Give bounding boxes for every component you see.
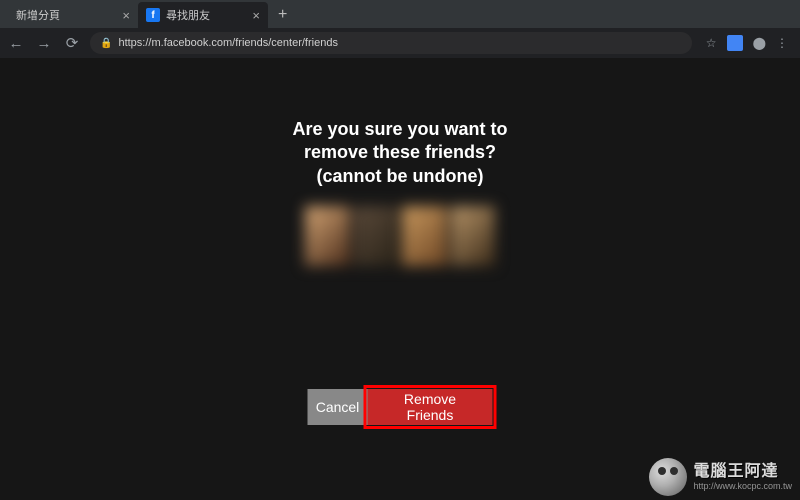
toolbar-right: ☆ ⬤ ⋮ <box>700 35 794 51</box>
thumbnail <box>354 206 399 266</box>
menu-icon[interactable]: ⋮ <box>776 36 788 50</box>
browser-chrome: 新增分頁 × f 尋找朋友 × + ← → ⟳ 🔒 https://m.face… <box>0 0 800 58</box>
reload-button[interactable]: ⟳ <box>62 34 82 52</box>
watermark-subtitle: http://www.kocpc.com.tw <box>693 482 792 491</box>
watermark-logo <box>649 458 687 496</box>
thumbnail <box>402 206 447 266</box>
heading-line: Are you sure you want to <box>292 118 507 141</box>
watermark-text: 電腦王阿達 http://www.kocpc.com.tw <box>693 464 792 491</box>
dialog-actions: Cancel Remove Friends <box>308 389 493 425</box>
profile-icon[interactable]: ⬤ <box>753 36 766 50</box>
facebook-favicon: f <box>146 8 160 22</box>
thumbnail <box>305 206 350 266</box>
tab-find-friends[interactable]: f 尋找朋友 × <box>138 2 268 28</box>
back-button[interactable]: ← <box>6 35 26 52</box>
watermark: 電腦王阿達 http://www.kocpc.com.tw <box>649 458 792 496</box>
remove-friends-button[interactable]: Remove Friends <box>368 389 493 425</box>
extension-icon[interactable] <box>727 35 743 51</box>
close-icon[interactable]: × <box>122 8 130 23</box>
new-tab-button[interactable]: + <box>268 2 297 28</box>
close-icon[interactable]: × <box>252 8 260 23</box>
tab-title: 新增分頁 <box>16 7 116 23</box>
watermark-title: 電腦王阿達 <box>693 464 792 480</box>
tab-new[interactable]: 新增分頁 × <box>8 2 138 28</box>
lock-icon: 🔒 <box>100 38 112 49</box>
tab-title: 尋找朋友 <box>166 7 246 23</box>
cancel-button[interactable]: Cancel <box>308 389 368 425</box>
page-content: Are you sure you want to remove these fr… <box>0 58 800 500</box>
friend-thumbnails <box>305 206 495 266</box>
heading-line: remove these friends? <box>292 141 507 164</box>
confirm-heading: Are you sure you want to remove these fr… <box>292 118 507 188</box>
toolbar: ← → ⟳ 🔒 https://m.facebook.com/friends/c… <box>0 28 800 58</box>
tab-strip: 新增分頁 × f 尋找朋友 × + <box>0 0 800 28</box>
star-icon[interactable]: ☆ <box>706 36 717 50</box>
heading-line: (cannot be undone) <box>292 165 507 188</box>
address-bar[interactable]: 🔒 https://m.facebook.com/friends/center/… <box>90 32 692 54</box>
url-text: https://m.facebook.com/friends/center/fr… <box>118 37 338 49</box>
forward-button[interactable]: → <box>34 35 54 52</box>
thumbnail <box>451 206 496 266</box>
